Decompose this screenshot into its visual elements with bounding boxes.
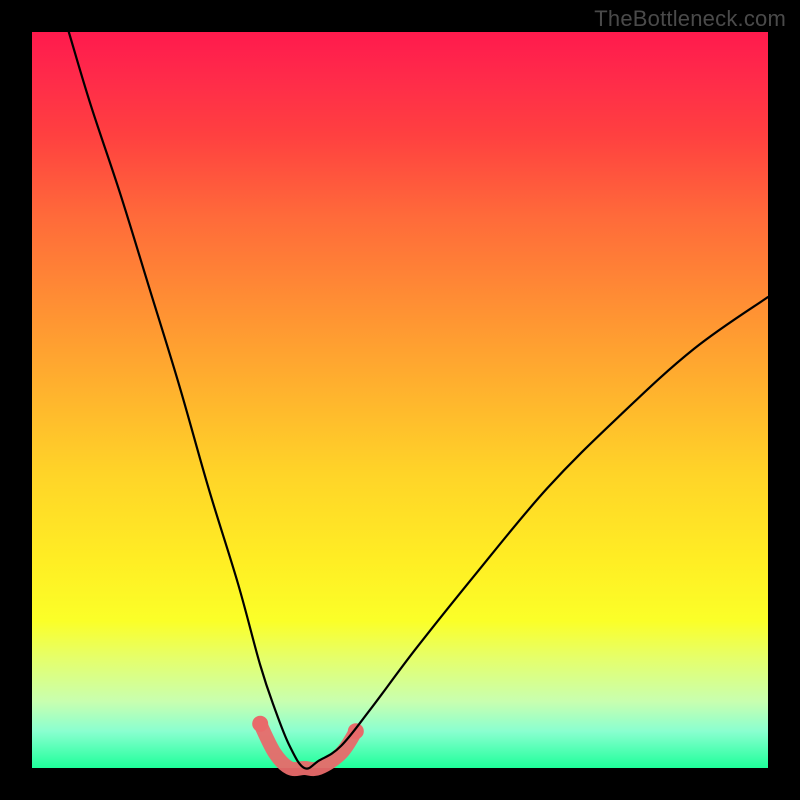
watermark-text: TheBottleneck.com [594, 6, 786, 32]
plot-svg [32, 32, 768, 768]
optimal-band-start-dot [252, 716, 268, 732]
chart-frame: TheBottleneck.com [0, 0, 800, 800]
bottleneck-curve [69, 32, 768, 769]
plot-area [32, 32, 768, 768]
